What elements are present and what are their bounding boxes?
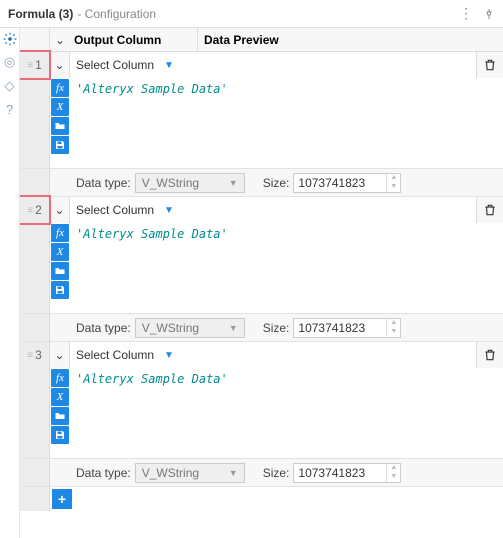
select-column-dropdown[interactable]: Select Column ▼ [70, 342, 477, 368]
data-type-select[interactable]: V_WString ▼ [135, 463, 245, 483]
save-icon[interactable] [51, 281, 69, 299]
size-label: Size: [263, 466, 290, 480]
select-column-label: Select Column [76, 58, 154, 72]
add-row-bar: + [20, 487, 503, 511]
collapse-icon[interactable]: ⌄ [50, 52, 70, 78]
data-type-label: Data type: [76, 321, 131, 335]
dropdown-caret-icon: ▼ [164, 205, 174, 216]
tag-icon[interactable]: ◇ [5, 78, 15, 94]
collapse-icon[interactable]: ⌄ [50, 197, 70, 223]
data-type-select[interactable]: V_WString ▼ [135, 173, 245, 193]
data-type-value: V_WString [142, 176, 199, 190]
formula-list: ⌄ Output Column Data Preview ≡ 1 ⌄ Selec… [20, 28, 503, 538]
chevron-down-icon: ▼ [229, 178, 238, 188]
chevron-down-icon: ▼ [229, 323, 238, 333]
output-column-header: Output Column [70, 28, 198, 51]
data-type-value: V_WString [142, 466, 199, 480]
row-index: 1 [35, 58, 42, 72]
size-input[interactable]: 1073741823 ▲▼ [293, 463, 401, 483]
row-index: 2 [35, 203, 42, 217]
grip-icon: ≡ [27, 60, 33, 71]
select-column-dropdown[interactable]: Select Column ▼ [70, 197, 477, 223]
row-drag-handle[interactable]: ≡ 3 [20, 342, 50, 368]
size-input[interactable]: 1073741823 ▲▼ [293, 173, 401, 193]
size-value: 1073741823 [294, 174, 386, 192]
grip-icon: ≡ [27, 205, 33, 216]
data-type-value: V_WString [142, 321, 199, 335]
pin-icon[interactable] [483, 8, 495, 20]
delete-row-button[interactable] [477, 342, 503, 368]
gear-icon[interactable] [3, 32, 17, 46]
size-label: Size: [263, 176, 290, 190]
size-spinner[interactable]: ▲▼ [386, 174, 400, 192]
formula-row: ≡ 3 ⌄ Select Column ▼ fx X 'Alteryx Samp… [20, 342, 503, 487]
left-nav-rail: ◎ ◇ ? [0, 28, 20, 538]
size-label: Size: [263, 321, 290, 335]
formula-row: ≡ 2 ⌄ Select Column ▼ fx X 'Alteryx Samp… [20, 197, 503, 342]
expand-all-icon[interactable]: ⌄ [50, 33, 70, 47]
header-title: Formula (3) [8, 7, 73, 21]
delete-row-button[interactable] [477, 197, 503, 223]
data-type-label: Data type: [76, 466, 131, 480]
header-subtitle: - Configuration [77, 7, 156, 21]
grip-icon: ≡ [27, 350, 33, 361]
folder-icon[interactable] [51, 407, 69, 425]
add-expression-button[interactable]: + [52, 489, 72, 509]
chevron-down-icon: ▼ [229, 468, 238, 478]
save-icon[interactable] [51, 426, 69, 444]
row-drag-handle[interactable]: ≡ 2 [20, 197, 50, 223]
collapse-icon[interactable]: ⌄ [50, 342, 70, 368]
select-column-label: Select Column [76, 348, 154, 362]
select-column-label: Select Column [76, 203, 154, 217]
fx-icon[interactable]: fx [51, 369, 69, 387]
size-spinner[interactable]: ▲▼ [386, 319, 400, 337]
data-type-select[interactable]: V_WString ▼ [135, 318, 245, 338]
size-value: 1073741823 [294, 319, 386, 337]
fx-icon[interactable]: fx [51, 224, 69, 242]
expression-editor[interactable]: 'Alteryx Sample Data' [70, 223, 503, 313]
data-preview-header: Data Preview [198, 33, 503, 47]
folder-icon[interactable] [51, 262, 69, 280]
formula-row: ≡ 1 ⌄ Select Column ▼ fx X 'Alteryx Samp… [20, 52, 503, 197]
select-column-dropdown[interactable]: Select Column ▼ [70, 52, 477, 78]
fx-icon[interactable]: fx [51, 79, 69, 97]
variable-icon[interactable]: X [51, 388, 69, 406]
folder-icon[interactable] [51, 117, 69, 135]
config-header: Formula (3) - Configuration ⋮ [0, 0, 503, 28]
row-index: 3 [35, 348, 42, 362]
size-value: 1073741823 [294, 464, 386, 482]
variable-icon[interactable]: X [51, 98, 69, 116]
variable-icon[interactable]: X [51, 243, 69, 261]
column-headers: ⌄ Output Column Data Preview [20, 28, 503, 52]
size-spinner[interactable]: ▲▼ [386, 464, 400, 482]
data-type-label: Data type: [76, 176, 131, 190]
help-icon[interactable]: ? [6, 102, 13, 117]
menu-icon[interactable]: ⋮ [459, 5, 473, 22]
target-icon[interactable]: ◎ [4, 54, 15, 70]
expression-editor[interactable]: 'Alteryx Sample Data' [70, 78, 503, 168]
dropdown-caret-icon: ▼ [164, 60, 174, 71]
dropdown-caret-icon: ▼ [164, 350, 174, 361]
row-drag-handle[interactable]: ≡ 1 [20, 52, 50, 78]
save-icon[interactable] [51, 136, 69, 154]
expression-editor[interactable]: 'Alteryx Sample Data' [70, 368, 503, 458]
delete-row-button[interactable] [477, 52, 503, 78]
size-input[interactable]: 1073741823 ▲▼ [293, 318, 401, 338]
